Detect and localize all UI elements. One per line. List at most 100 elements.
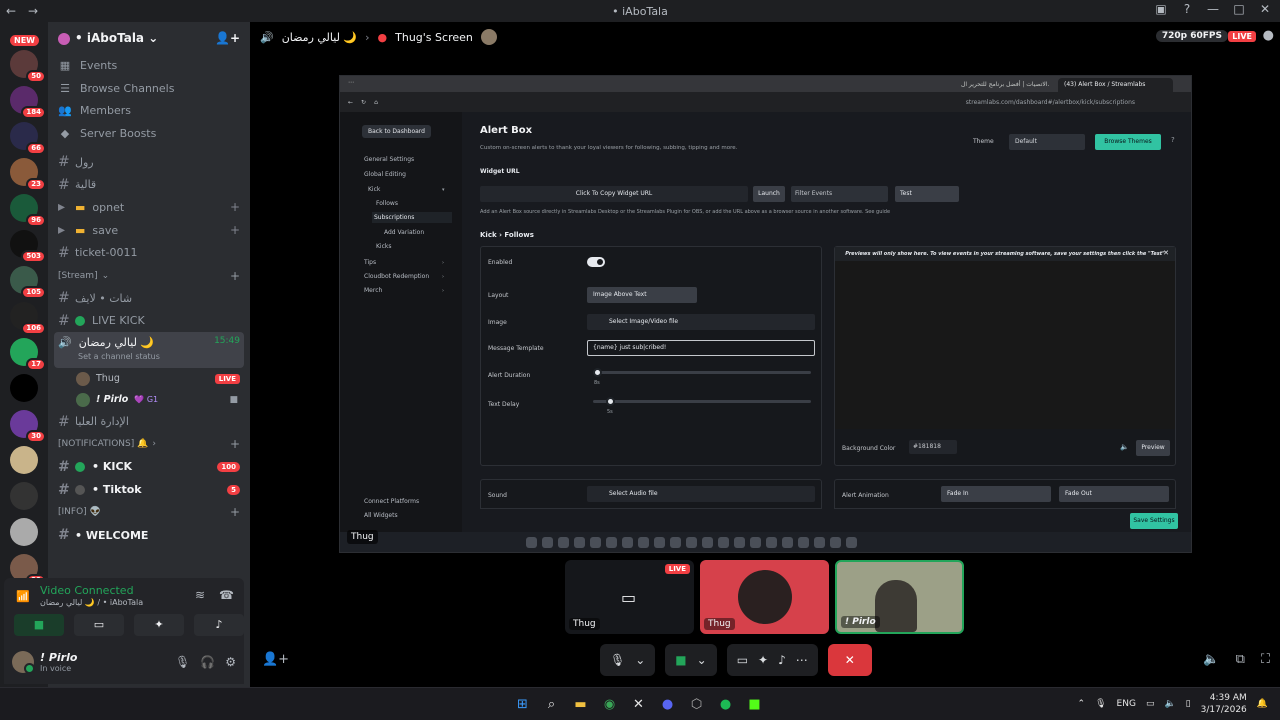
chrome-icon[interactable]: ◉ bbox=[600, 695, 619, 714]
microphone-icon[interactable]: 🎙 bbox=[1095, 699, 1106, 709]
server-icon[interactable] bbox=[10, 482, 38, 510]
help-icon[interactable]: ? bbox=[1171, 136, 1175, 144]
participant-tile-screen[interactable]: LIVE ▭ Thug bbox=[565, 560, 694, 634]
minimize-icon[interactable]: — bbox=[1204, 2, 1222, 16]
chevron-down-icon[interactable]: ⌄ bbox=[635, 653, 645, 667]
maximize-icon[interactable]: □ bbox=[1230, 2, 1248, 16]
voice-status[interactable]: Video Connected bbox=[40, 584, 134, 597]
home-icon[interactable]: ⌂ bbox=[374, 99, 378, 106]
popout-icon[interactable]: ⧉ bbox=[1236, 652, 1245, 667]
avatar[interactable] bbox=[12, 651, 35, 674]
participant-tile-thug[interactable]: Thug bbox=[700, 560, 829, 634]
channel-item[interactable]: # قالية bbox=[48, 173, 250, 196]
category-opnet[interactable]: ▸ ▬ opnet + bbox=[48, 196, 250, 219]
add-channel-icon[interactable]: + bbox=[230, 269, 240, 283]
reload-icon[interactable]: ↻ bbox=[361, 99, 366, 106]
screen-share-view[interactable]: ⋯ الاتصيات | أفضل برنامج للتحرير ال... (… bbox=[339, 75, 1192, 553]
add-channel-icon[interactable]: + bbox=[230, 200, 240, 214]
more-icon[interactable]: ⋯ bbox=[796, 653, 808, 667]
server-icon[interactable]: 105 bbox=[10, 266, 46, 299]
xbox-icon[interactable]: ✕ bbox=[629, 695, 648, 714]
soundboard-icon[interactable]: ♪ bbox=[778, 653, 786, 667]
camera-toggle-button[interactable]: ■ bbox=[14, 614, 64, 636]
nav-global-editing[interactable]: Global Editing bbox=[364, 171, 406, 178]
windows-start-icon[interactable]: ⊞ bbox=[513, 695, 532, 714]
browser-tab[interactable]: الاتصيات | أفضل برنامج للتحرير ال... bbox=[955, 78, 1050, 92]
disconnect-icon[interactable]: ☎ bbox=[219, 588, 234, 602]
category-notifications[interactable]: [NOTIFICATIONS] 🔔 › + bbox=[48, 433, 250, 456]
nav-connect-platforms[interactable]: Connect Platforms bbox=[364, 498, 419, 505]
nav-tips[interactable]: Tips bbox=[364, 259, 376, 266]
members-link[interactable]: 👥 Members bbox=[48, 99, 250, 122]
welcome-channel[interactable]: # • WELCOME bbox=[48, 524, 250, 547]
nav-kick[interactable]: Kick bbox=[368, 186, 380, 193]
image-file-picker[interactable]: Select Image/Video file bbox=[587, 314, 815, 330]
chevron-down-icon[interactable]: ⌄ bbox=[697, 653, 707, 667]
theme-select[interactable]: Default bbox=[1009, 134, 1085, 150]
copy-widget-url-button[interactable]: Click To Copy Widget URL bbox=[480, 186, 748, 202]
tiktok-channel[interactable]: # • Tiktok 5 bbox=[48, 478, 250, 501]
volume-icon[interactable]: 🔈 bbox=[1120, 443, 1129, 451]
camera-icon[interactable]: ■ bbox=[675, 653, 686, 667]
animation-out-select[interactable]: Fade Out bbox=[1059, 486, 1169, 502]
stop-stream-button[interactable]: ✕ bbox=[827, 644, 872, 676]
category-info[interactable]: [INFO] 👽 + bbox=[48, 501, 250, 524]
server-icon[interactable]: 96 bbox=[10, 194, 46, 227]
window-menu-icon[interactable]: ⋯ bbox=[348, 79, 354, 86]
server-boosts-link[interactable]: ◆ Server Boosts bbox=[48, 122, 250, 145]
alert-duration-slider[interactable] bbox=[593, 368, 811, 377]
invite-to-call-icon[interactable]: 👤+ bbox=[262, 652, 289, 667]
server-icon[interactable] bbox=[10, 446, 38, 474]
voice-channel-active[interactable]: 🔊 ليالي رمضان 🌙 15:49 Set a channel stat… bbox=[54, 332, 244, 369]
back-to-dashboard-button[interactable]: Back to Dashboard bbox=[362, 125, 431, 138]
server-icon[interactable]: 184 bbox=[10, 86, 46, 119]
voice-user-thug[interactable]: Thug LIVE bbox=[48, 368, 250, 389]
microphone-icon[interactable]: 🎙 bbox=[175, 655, 190, 669]
noise-suppression-icon[interactable]: ≋ bbox=[195, 588, 205, 602]
back-arrow-icon[interactable]: ← bbox=[348, 99, 353, 106]
participant-tile-pirlo[interactable]: ! Pirlo bbox=[835, 560, 964, 634]
close-icon[interactable]: ✕ bbox=[1256, 2, 1274, 16]
server-icon[interactable]: 30 bbox=[10, 410, 46, 443]
channel-item[interactable]: # ticket-0011 bbox=[48, 242, 250, 265]
headphones-icon[interactable]: 🎧 bbox=[200, 655, 215, 669]
activities-button[interactable]: ✦ bbox=[134, 614, 184, 636]
discord-icon[interactable]: ● bbox=[658, 695, 677, 714]
kick-icon[interactable]: ■ bbox=[745, 695, 764, 714]
app-icon[interactable]: ⬡ bbox=[687, 695, 706, 714]
file-explorer-icon[interactable]: ▬ bbox=[571, 695, 590, 714]
kick-channel[interactable]: # • KICK 100 bbox=[48, 456, 250, 479]
fullscreen-icon[interactable]: ⛶ bbox=[1261, 652, 1270, 667]
nav-kicks[interactable]: Kicks bbox=[376, 243, 392, 250]
nav-subscriptions[interactable]: Subscriptions bbox=[372, 212, 452, 223]
test-button[interactable]: Test bbox=[895, 186, 959, 202]
layout-select[interactable]: Image Above Text bbox=[587, 287, 697, 303]
server-icon[interactable] bbox=[10, 518, 38, 546]
channel-status[interactable]: Set a channel status bbox=[78, 352, 160, 361]
save-settings-button[interactable]: Save Settings bbox=[1130, 513, 1178, 529]
nav-cloudbot-redemption[interactable]: Cloudbot Redemption bbox=[364, 273, 429, 280]
server-icon[interactable] bbox=[10, 374, 38, 402]
server-icon[interactable]: 23 bbox=[10, 158, 46, 191]
launch-button[interactable]: Launch bbox=[753, 186, 785, 202]
server-icon[interactable]: 17 bbox=[10, 338, 46, 371]
text-delay-slider[interactable] bbox=[593, 397, 811, 406]
message-template-input[interactable]: {name} just sub|cribed! bbox=[587, 340, 815, 356]
server-icon[interactable]: 503 bbox=[10, 230, 46, 263]
screen-share-icon[interactable]: ▭ bbox=[737, 653, 748, 667]
soundboard-button[interactable]: ♪ bbox=[194, 614, 244, 636]
events-link[interactable]: ▦ Events bbox=[48, 54, 250, 77]
animation-in-select[interactable]: Fade In bbox=[941, 486, 1051, 502]
slider-knob[interactable] bbox=[606, 397, 616, 406]
browser-tab-active[interactable]: (43) Alert Box / Streamlabs bbox=[1058, 78, 1173, 92]
chevron-up-icon[interactable]: ⌃ bbox=[1078, 699, 1086, 709]
notifications-icon[interactable]: 🔔 bbox=[1257, 699, 1268, 709]
battery-icon[interactable]: ▯ bbox=[1186, 699, 1191, 709]
speaker-icon[interactable]: 🔈 bbox=[1164, 699, 1175, 709]
search-icon[interactable]: ⌕ bbox=[542, 695, 561, 714]
clock[interactable]: 4:39 AM 3/17/2026 bbox=[1201, 692, 1247, 716]
microphone-control[interactable]: 🎙 ⌄ bbox=[600, 644, 656, 676]
channel-item[interactable]: # شات • لايف bbox=[48, 287, 250, 310]
spotify-icon[interactable]: ● bbox=[716, 695, 735, 714]
add-channel-icon[interactable]: + bbox=[230, 437, 240, 451]
